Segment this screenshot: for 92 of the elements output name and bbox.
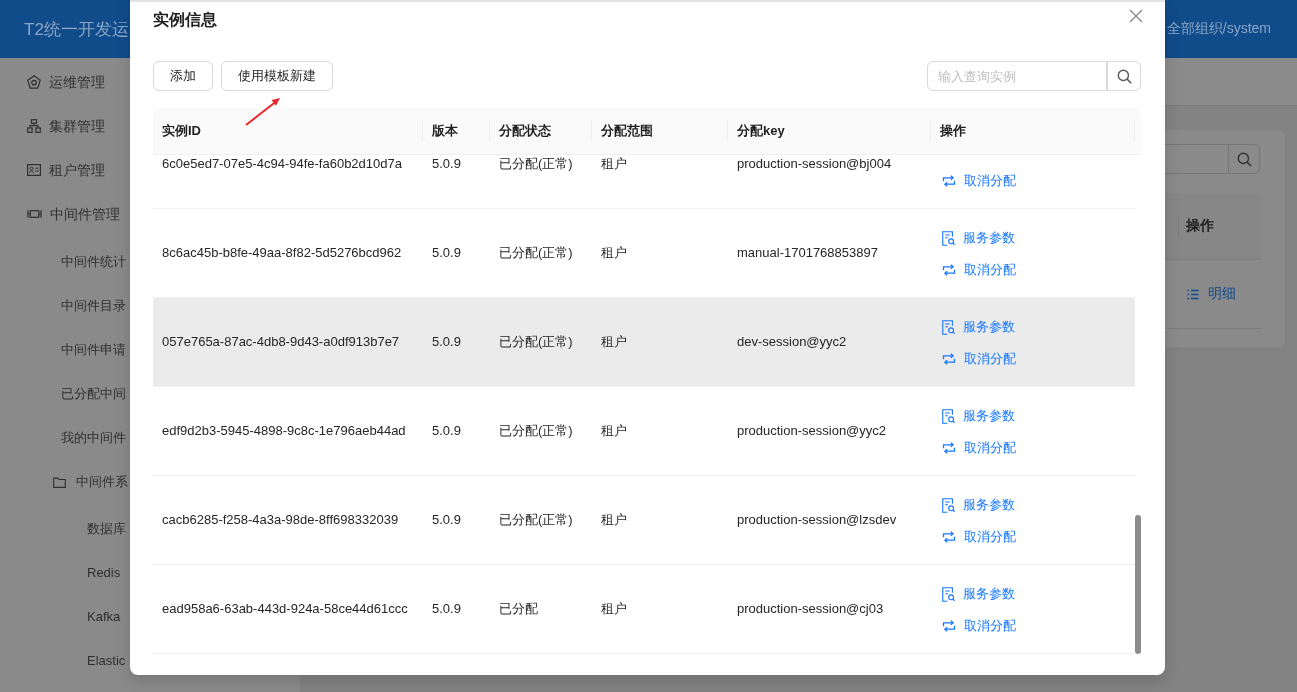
- table-cell: ead958a6-63ab-443d-924a-58ce44d61ccc: [162, 601, 408, 616]
- sidebar-item[interactable]: 运维管理: [27, 72, 105, 92]
- sidebar-item[interactable]: 已分配中间: [61, 384, 126, 404]
- service-params-link[interactable]: 服务参数: [942, 318, 1015, 336]
- column-header: 分配范围: [601, 122, 653, 140]
- table-cell: 已分配(正常): [499, 423, 573, 438]
- sidebar-item[interactable]: 中间件目录: [61, 296, 126, 316]
- list-icon: [1187, 288, 1199, 300]
- unassign-link[interactable]: 取消分配: [942, 172, 1016, 190]
- table-cell: production-session@cj03: [737, 601, 884, 616]
- repeat-icon: [942, 620, 956, 632]
- table-cell: production-session@bj004: [737, 156, 892, 171]
- unassign-link[interactable]: 取消分配: [942, 261, 1016, 279]
- column-header: 分配状态: [499, 122, 551, 140]
- scrollbar-thumb[interactable]: [1135, 515, 1141, 654]
- table-cell: 5.0.9: [432, 512, 461, 527]
- sidebar-item[interactable]: 集群管理: [27, 116, 105, 136]
- table-cell: 租户: [601, 512, 627, 527]
- column-header: 分配key: [737, 122, 785, 140]
- bracket-icon: [27, 209, 42, 219]
- service-params-link[interactable]: 服务参数: [942, 229, 1015, 247]
- table-cell: production-session@lzsdev: [737, 512, 897, 527]
- close-button[interactable]: [1129, 9, 1143, 23]
- search-icon: [1236, 151, 1252, 167]
- hierarchy-icon: [27, 119, 41, 133]
- repeat-icon: [942, 442, 956, 454]
- search-button[interactable]: [1228, 144, 1260, 174]
- table-cell: 租户: [601, 423, 627, 438]
- table-cell: 5.0.9: [432, 423, 461, 438]
- sidebar-item[interactable]: 我的中间件: [61, 428, 126, 448]
- table-cell: 已分配(正常): [499, 245, 573, 260]
- sidebar-item[interactable]: 中间件统计: [61, 252, 126, 272]
- column-header: 操作: [940, 122, 966, 140]
- table-cell: 已分配(正常): [499, 156, 573, 171]
- unassign-link[interactable]: 取消分配: [942, 528, 1016, 546]
- table-cell: 租户: [601, 156, 627, 171]
- unassign-link[interactable]: 取消分配: [942, 439, 1016, 457]
- id-card-icon: [27, 164, 41, 176]
- service-params-link[interactable]: 服务参数: [942, 407, 1015, 425]
- repeat-icon: [942, 264, 956, 276]
- document-search-icon: [942, 586, 955, 602]
- repeat-icon: [942, 175, 956, 187]
- unassign-link[interactable]: 取消分配: [942, 617, 1016, 635]
- org-switcher[interactable]: 全部组织/system: [1166, 20, 1271, 38]
- table-cell: 5.0.9: [432, 156, 461, 171]
- search-icon: [1116, 68, 1132, 84]
- sidebar-item[interactable]: Redis: [87, 563, 121, 583]
- document-search-icon: [942, 319, 955, 335]
- folder-icon: [53, 476, 66, 488]
- table-cell: cacb6285-f258-4a3a-98de-8ff698332039: [162, 512, 399, 527]
- repeat-icon: [942, 531, 956, 543]
- sidebar-item[interactable]: Elastic: [87, 651, 126, 671]
- sidebar-item[interactable]: 数据库: [87, 519, 126, 539]
- document-search-icon: [942, 408, 955, 424]
- sidebar-item[interactable]: Kafka: [87, 607, 121, 627]
- service-params-link[interactable]: 服务参数: [942, 496, 1015, 514]
- column-header: 操作: [1186, 217, 1214, 235]
- add-button[interactable]: 添加: [153, 61, 213, 91]
- repeat-icon: [942, 353, 956, 365]
- table-cell: manual-1701768853897: [737, 245, 878, 260]
- unassign-link[interactable]: 取消分配: [942, 350, 1016, 368]
- app-title: T2统一开发运: [24, 18, 129, 41]
- table-cell: 6c0e5ed7-07e5-4c94-94fe-fa60b2d10d7a: [162, 156, 402, 171]
- annotation-arrow: [245, 97, 281, 126]
- table-cell: 5.0.9: [432, 334, 461, 349]
- table-cell: 已分配: [499, 601, 538, 616]
- sidebar-item[interactable]: 中间件系: [53, 472, 128, 492]
- template-create-button[interactable]: 使用模板新建: [221, 61, 333, 91]
- sidebar-item[interactable]: 中间件申请: [61, 340, 126, 360]
- table-cell: dev-session@yyc2: [737, 334, 847, 349]
- table-cell: 8c6ac45b-b8fe-49aa-8f82-5d5276bcd962: [162, 245, 402, 260]
- badge-icon: [27, 75, 41, 89]
- table-cell: 已分配(正常): [499, 334, 573, 349]
- detail-link[interactable]: 明细: [1187, 285, 1236, 303]
- table-cell: 已分配(正常): [499, 512, 573, 527]
- sidebar-item[interactable]: 中间件管理: [27, 204, 120, 224]
- document-search-icon: [942, 497, 955, 513]
- column-header: 版本: [432, 122, 458, 140]
- close-icon: [1129, 9, 1143, 23]
- table-cell: 5.0.9: [432, 601, 461, 616]
- table-cell: 租户: [601, 334, 627, 349]
- dialog-title: 实例信息: [153, 10, 217, 30]
- service-params-link[interactable]: 服务参数: [942, 585, 1015, 603]
- table-cell: 5.0.9: [432, 245, 461, 260]
- column-header: 实例ID: [162, 122, 201, 140]
- table-cell: 057e765a-87ac-4db8-9d43-a0df913b7e7: [162, 334, 400, 349]
- table-cell: 租户: [601, 245, 627, 260]
- table-cell: edf9d2b3-5945-4898-9c8c-1e796aeb44ad: [162, 423, 406, 438]
- sidebar-item[interactable]: 租户管理: [27, 160, 105, 180]
- table-cell: 租户: [601, 601, 627, 616]
- document-search-icon: [942, 230, 955, 246]
- table-cell: production-session@yyc2: [737, 423, 887, 438]
